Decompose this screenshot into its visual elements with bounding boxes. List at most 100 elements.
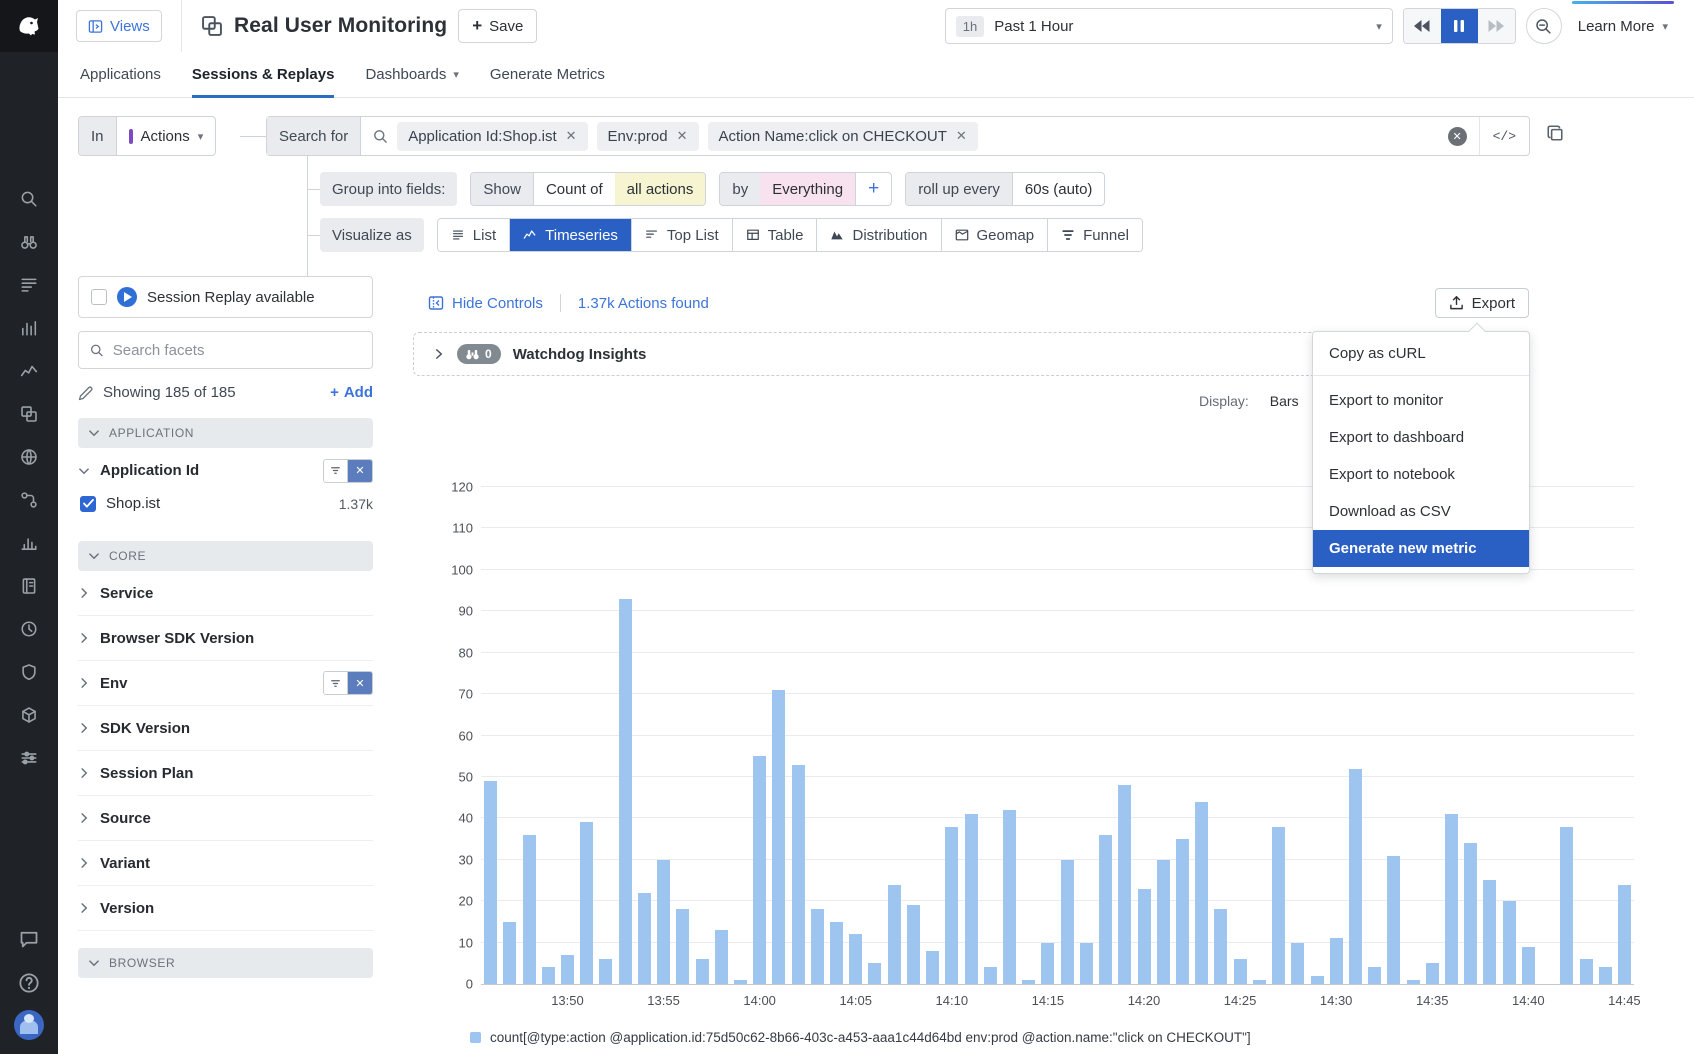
facet-filter-button[interactable] bbox=[324, 672, 348, 694]
chart-bar[interactable] bbox=[1138, 889, 1151, 984]
chart-bar[interactable] bbox=[1234, 959, 1247, 984]
chart-bar[interactable] bbox=[1349, 769, 1362, 984]
chart-bar[interactable] bbox=[638, 893, 651, 984]
facet-section-application[interactable]: APPLICATION bbox=[78, 418, 373, 448]
chart-bar[interactable] bbox=[1330, 938, 1343, 984]
menu-item-export-to-monitor[interactable]: Export to monitor bbox=[1313, 382, 1529, 419]
chart-bar[interactable] bbox=[619, 599, 632, 984]
chart-bar[interactable] bbox=[792, 765, 805, 985]
count-of-dropdown[interactable]: Count of bbox=[533, 173, 615, 205]
datadog-logo[interactable] bbox=[0, 0, 58, 52]
facet-source[interactable]: Source bbox=[78, 796, 373, 841]
chart-bar[interactable] bbox=[523, 835, 536, 984]
export-button[interactable]: Export bbox=[1435, 288, 1529, 318]
chart-bar[interactable] bbox=[907, 905, 920, 984]
chart-bar[interactable] bbox=[1464, 843, 1477, 984]
chart-bar[interactable] bbox=[1272, 827, 1285, 984]
facet-value-checkbox[interactable] bbox=[80, 496, 96, 512]
fast-forward-button[interactable] bbox=[1478, 9, 1515, 43]
logs-icon[interactable] bbox=[12, 268, 46, 302]
notebooks-icon[interactable] bbox=[12, 569, 46, 603]
chart-bar[interactable] bbox=[868, 963, 881, 984]
viz-option-geomap[interactable]: Geomap bbox=[942, 219, 1049, 251]
serverless-icon[interactable] bbox=[12, 698, 46, 732]
chart-bar[interactable] bbox=[1445, 814, 1458, 984]
viz-option-funnel[interactable]: Funnel bbox=[1048, 219, 1142, 251]
chart-bar[interactable] bbox=[1599, 967, 1612, 984]
chart-bar[interactable] bbox=[1214, 909, 1227, 984]
watchdog-icon[interactable] bbox=[12, 225, 46, 259]
chart-bar[interactable] bbox=[965, 814, 978, 984]
chart-bar[interactable] bbox=[1118, 785, 1131, 984]
display-mode-dropdown[interactable]: Bars bbox=[1270, 393, 1299, 409]
actions-found-link[interactable]: 1.37k Actions found bbox=[578, 295, 709, 312]
copy-query-button[interactable] bbox=[1546, 124, 1564, 142]
chart-bar[interactable] bbox=[561, 955, 574, 984]
chart-bar[interactable] bbox=[580, 822, 593, 984]
chart-bar[interactable] bbox=[926, 951, 939, 984]
remove-filter-icon[interactable]: ✕ bbox=[566, 128, 577, 144]
chart-bar[interactable] bbox=[1618, 885, 1631, 984]
chart-bar[interactable] bbox=[1483, 880, 1496, 984]
apm-icon[interactable] bbox=[12, 354, 46, 388]
chart-bar[interactable] bbox=[484, 781, 497, 984]
tab-dashboards[interactable]: Dashboards▾ bbox=[365, 52, 458, 97]
filter-chip[interactable]: Env:prod✕ bbox=[597, 122, 699, 151]
chart-bar[interactable] bbox=[945, 827, 958, 984]
chart-bar[interactable] bbox=[1311, 976, 1324, 984]
chat-icon[interactable] bbox=[12, 922, 46, 956]
ci-pipelines-icon[interactable] bbox=[12, 483, 46, 517]
chart-bar[interactable] bbox=[1099, 835, 1112, 984]
chart-bar[interactable] bbox=[1387, 856, 1400, 984]
chart-bar[interactable] bbox=[734, 980, 747, 984]
chart-bar[interactable] bbox=[1407, 980, 1420, 984]
user-avatar[interactable] bbox=[14, 1010, 44, 1040]
views-button[interactable]: Views bbox=[76, 10, 162, 42]
add-group-by-button[interactable]: + bbox=[855, 173, 891, 205]
add-facet-button[interactable]: + Add bbox=[330, 384, 373, 401]
clear-search-button[interactable]: ✕ bbox=[1448, 127, 1467, 146]
chart-bar[interactable] bbox=[1426, 963, 1439, 984]
menu-item-export-to-dashboard[interactable]: Export to dashboard bbox=[1313, 419, 1529, 456]
chart-bar[interactable] bbox=[849, 934, 862, 984]
facet-service[interactable]: Service bbox=[78, 571, 373, 616]
profiling-icon[interactable] bbox=[12, 526, 46, 560]
menu-item-export-to-notebook[interactable]: Export to notebook bbox=[1313, 456, 1529, 493]
chart-bar[interactable] bbox=[1041, 943, 1054, 984]
chart-bar[interactable] bbox=[696, 959, 709, 984]
pause-button[interactable] bbox=[1441, 9, 1478, 43]
chart-legend[interactable]: count[@type:action @application.id:75d50… bbox=[470, 1030, 1251, 1045]
help-icon[interactable] bbox=[12, 966, 46, 1000]
facet-filter-button[interactable] bbox=[324, 460, 348, 482]
chart-bar[interactable] bbox=[503, 922, 516, 984]
chart-bar[interactable] bbox=[1580, 959, 1593, 984]
facet-env[interactable]: Env✕ bbox=[78, 661, 373, 706]
facet-search-input[interactable] bbox=[113, 342, 361, 359]
chart-bar[interactable] bbox=[1503, 901, 1516, 984]
scope-dropdown[interactable]: Actions ▾ bbox=[117, 117, 216, 155]
synthetics-icon[interactable] bbox=[12, 440, 46, 474]
chart-bar[interactable] bbox=[676, 909, 689, 984]
facet-sdk-version[interactable]: SDK Version bbox=[78, 706, 373, 751]
chart-bar[interactable] bbox=[753, 756, 766, 984]
remove-filter-icon[interactable]: ✕ bbox=[956, 128, 967, 144]
facet-version[interactable]: Version bbox=[78, 886, 373, 931]
time-range-picker[interactable]: 1h Past 1 Hour ▾ bbox=[945, 8, 1393, 44]
settings-icon[interactable] bbox=[12, 741, 46, 775]
remove-filter-icon[interactable]: ✕ bbox=[677, 128, 688, 144]
tab-applications[interactable]: Applications bbox=[80, 52, 161, 97]
facet-clear-button[interactable]: ✕ bbox=[348, 460, 372, 482]
monitors-icon[interactable] bbox=[12, 612, 46, 646]
facet-application-id[interactable]: Application Id✕ bbox=[78, 448, 373, 493]
viz-option-timeseries[interactable]: Timeseries bbox=[510, 219, 632, 251]
count-target-dropdown[interactable]: all actions bbox=[615, 173, 706, 205]
chart-bar[interactable] bbox=[1253, 980, 1266, 984]
chart-bar[interactable] bbox=[657, 860, 670, 984]
facet-value-shop-ist[interactable]: Shop.ist1.37k bbox=[78, 493, 373, 524]
rum-icon[interactable] bbox=[12, 397, 46, 431]
filter-chip[interactable]: Application Id:Shop.ist✕ bbox=[397, 122, 587, 151]
chart-bar[interactable] bbox=[1195, 802, 1208, 984]
chart-bar[interactable] bbox=[984, 967, 997, 984]
save-button[interactable]: + Save bbox=[458, 9, 537, 43]
menu-item-download-as-csv[interactable]: Download as CSV bbox=[1313, 493, 1529, 530]
